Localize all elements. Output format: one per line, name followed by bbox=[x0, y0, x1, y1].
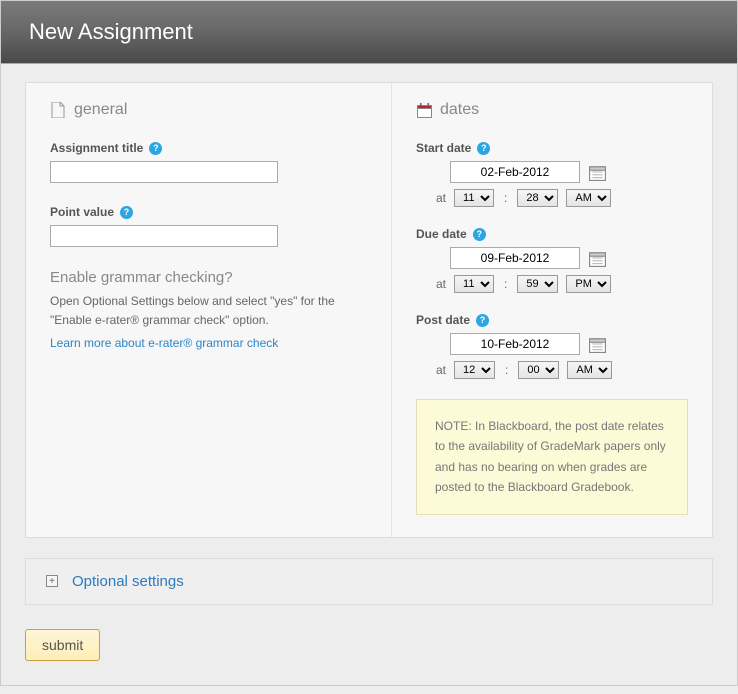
assignment-title-label-row: Assignment title ? bbox=[50, 141, 367, 155]
grammar-section: Enable grammar checking? Open Optional S… bbox=[50, 269, 367, 350]
main-panel: general Assignment title ? Point value ? bbox=[25, 82, 713, 538]
grammar-learn-more-link[interactable]: Learn more about e-rater® grammar check bbox=[50, 336, 278, 350]
help-icon[interactable]: ? bbox=[477, 142, 490, 155]
document-icon bbox=[50, 102, 66, 118]
submit-button[interactable]: submit bbox=[25, 629, 100, 661]
start-time-row: at 11 : 28 AM bbox=[436, 189, 688, 207]
start-date-label-row: Start date ? bbox=[416, 141, 688, 155]
expand-icon[interactable]: + bbox=[46, 575, 58, 587]
time-separator: : bbox=[505, 363, 508, 377]
general-column: general Assignment title ? Point value ? bbox=[26, 83, 392, 537]
general-header: general bbox=[50, 101, 367, 119]
grammar-heading: Enable grammar checking? bbox=[50, 269, 367, 286]
due-date-label: Due date bbox=[416, 227, 467, 241]
post-date-note: NOTE: In Blackboard, the post date relat… bbox=[416, 399, 688, 515]
point-value-group: Point value ? bbox=[50, 205, 367, 247]
post-date-label: Post date bbox=[416, 313, 470, 327]
start-date-input[interactable] bbox=[450, 161, 580, 183]
general-header-label: general bbox=[74, 101, 127, 119]
point-value-label-row: Point value ? bbox=[50, 205, 367, 219]
content-area: general Assignment title ? Point value ? bbox=[1, 64, 737, 685]
assignment-window: New Assignment general Assignment title … bbox=[0, 0, 738, 686]
assignment-title-input[interactable] bbox=[50, 161, 278, 183]
at-label: at bbox=[436, 191, 446, 205]
start-date-label: Start date bbox=[416, 141, 471, 155]
due-minute-select[interactable]: 59 bbox=[517, 275, 558, 293]
optional-settings-bar[interactable]: + Optional settings bbox=[25, 558, 713, 605]
grammar-help-text: Open Optional Settings below and select … bbox=[50, 292, 367, 330]
post-date-input[interactable] bbox=[450, 333, 580, 355]
calendar-icon bbox=[416, 102, 432, 118]
due-date-row bbox=[450, 247, 688, 269]
help-icon[interactable]: ? bbox=[476, 314, 489, 327]
due-date-block: Due date ? at 11 : 59 PM bbox=[416, 227, 688, 293]
title-bar: New Assignment bbox=[1, 1, 737, 64]
calendar-picker-icon[interactable] bbox=[588, 249, 606, 267]
point-value-label: Point value bbox=[50, 205, 114, 219]
due-ampm-select[interactable]: PM bbox=[566, 275, 611, 293]
post-hour-select[interactable]: 12 bbox=[454, 361, 495, 379]
due-hour-select[interactable]: 11 bbox=[454, 275, 494, 293]
at-label: at bbox=[436, 363, 446, 377]
post-date-label-row: Post date ? bbox=[416, 313, 688, 327]
calendar-picker-icon[interactable] bbox=[588, 163, 606, 181]
note-line-1: NOTE: In Blackboard, the post date relat… bbox=[435, 416, 669, 457]
start-date-row bbox=[450, 161, 688, 183]
assignment-title-label: Assignment title bbox=[50, 141, 143, 155]
due-date-input[interactable] bbox=[450, 247, 580, 269]
dates-header: dates bbox=[416, 101, 688, 119]
due-date-label-row: Due date ? bbox=[416, 227, 688, 241]
time-separator: : bbox=[504, 277, 507, 291]
dates-column: dates Start date ? at bbox=[392, 83, 712, 537]
start-date-block: Start date ? at 11 : 28 AM bbox=[416, 141, 688, 207]
post-minute-select[interactable]: 00 bbox=[518, 361, 559, 379]
time-separator: : bbox=[504, 191, 507, 205]
page-title: New Assignment bbox=[29, 19, 709, 45]
start-minute-select[interactable]: 28 bbox=[517, 189, 558, 207]
post-date-block: Post date ? at 12 : 00 AM bbox=[416, 313, 688, 379]
help-icon[interactable]: ? bbox=[473, 228, 486, 241]
help-icon[interactable]: ? bbox=[120, 206, 133, 219]
start-hour-select[interactable]: 11 bbox=[454, 189, 494, 207]
dates-header-label: dates bbox=[440, 101, 479, 119]
note-line-2: and has no bearing on when grades are po… bbox=[435, 457, 669, 498]
post-ampm-select[interactable]: AM bbox=[567, 361, 612, 379]
due-time-row: at 11 : 59 PM bbox=[436, 275, 688, 293]
point-value-input[interactable] bbox=[50, 225, 278, 247]
post-date-row bbox=[450, 333, 688, 355]
help-icon[interactable]: ? bbox=[149, 142, 162, 155]
optional-settings-label[interactable]: Optional settings bbox=[72, 573, 184, 590]
start-ampm-select[interactable]: AM bbox=[566, 189, 611, 207]
at-label: at bbox=[436, 277, 446, 291]
post-time-row: at 12 : 00 AM bbox=[436, 361, 688, 379]
calendar-picker-icon[interactable] bbox=[588, 335, 606, 353]
assignment-title-group: Assignment title ? bbox=[50, 141, 367, 183]
